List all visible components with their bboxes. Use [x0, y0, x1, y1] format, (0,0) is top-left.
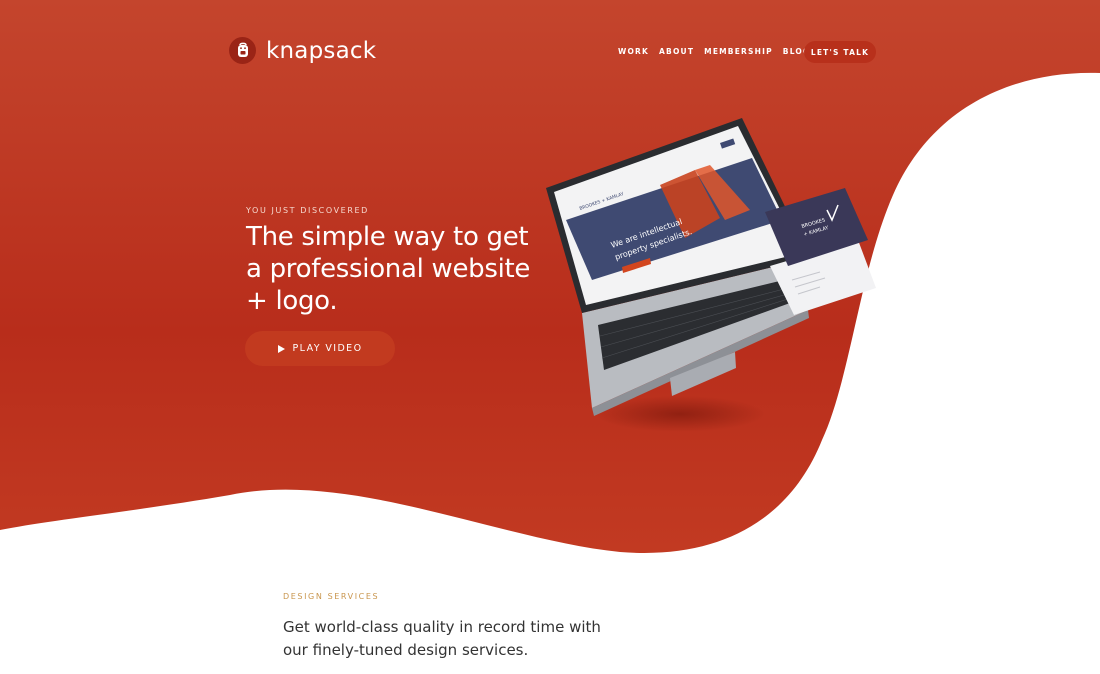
backpack-icon — [229, 37, 256, 64]
nav-work[interactable]: WORK — [618, 47, 649, 56]
nav-membership[interactable]: MEMBERSHIP — [704, 47, 773, 56]
lets-talk-button[interactable]: LET'S TALK — [804, 41, 876, 63]
hero-headline: The simple way to get a professional web… — [246, 222, 531, 316]
play-video-label: PLAY VIDEO — [292, 343, 363, 354]
hero-eyebrow: YOU JUST DISCOVERED — [246, 206, 369, 215]
brand-logo[interactable]: knapsack — [229, 37, 376, 64]
brand-name: knapsack — [266, 37, 377, 64]
nav-about[interactable]: ABOUT — [659, 47, 694, 56]
laptop-mockup-image: We are intellectual property specialists… — [546, 118, 876, 416]
services-description: Get world-class quality in record time w… — [283, 618, 601, 659]
main-nav: WORK ABOUT MEMBERSHIP BLOG — [618, 47, 810, 56]
services-eyebrow: DESIGN SERVICES — [283, 592, 380, 601]
play-icon — [277, 344, 285, 353]
play-video-button[interactable]: PLAY VIDEO — [245, 331, 395, 366]
